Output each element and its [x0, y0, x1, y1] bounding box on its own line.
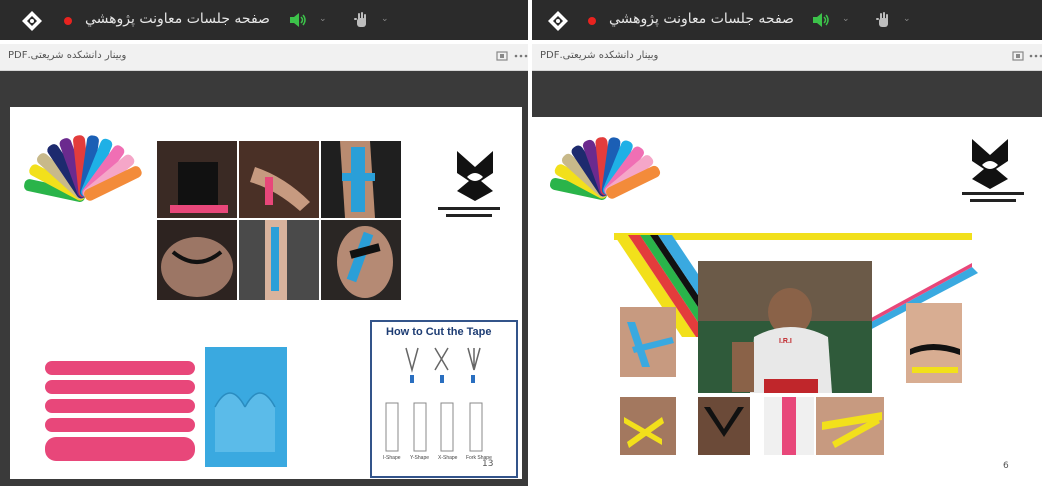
pdf-viewer[interactable]: I.R.I 6: [532, 71, 1042, 486]
fit-page-icon[interactable]: [494, 48, 510, 64]
document-bar: وبینار دانشکده شریعتی.PDF: [532, 44, 1042, 71]
slide-artwork: [24, 135, 518, 478]
record-dot-icon: [64, 17, 72, 25]
university-logo: [972, 139, 1008, 189]
speaker-icon[interactable]: [289, 12, 307, 28]
app-logo-icon: [22, 11, 42, 31]
athlete-label: I.R.I: [779, 338, 792, 345]
cut-panel-title: How to Cut the Tape: [386, 326, 492, 338]
record-dot-icon: [588, 17, 596, 25]
top-bar: صفحه جلسات معاونت پژوهشي ⌄ ⌄: [532, 0, 1042, 40]
how-to-cut-panel: [370, 320, 518, 478]
raise-hand-icon[interactable]: [353, 12, 371, 28]
shape-label: Y-Shape: [410, 455, 429, 461]
pdf-viewer[interactable]: How to Cut the Tape I-Shape Y-Shape X-Sh…: [0, 71, 528, 486]
athlete-photo: [698, 261, 872, 393]
tape-fan-image: [549, 137, 661, 200]
page-number: 6: [1003, 461, 1009, 471]
pdf-page: I.R.I 6: [532, 117, 1042, 486]
screen: صفحه جلسات معاونت پژوهشي ⌄ ⌄ وبینار دانش…: [0, 0, 1042, 486]
tape-fan-image: [24, 135, 142, 202]
app-logo-icon: [548, 11, 568, 31]
fit-page-icon[interactable]: [1010, 48, 1026, 64]
speaker-icon[interactable]: [812, 12, 830, 28]
page-number: 13: [482, 459, 494, 469]
university-logo: [457, 151, 493, 201]
document-name: وبینار دانشکده شریعتی.PDF: [8, 50, 127, 61]
left-window: صفحه جلسات معاونت پژوهشي ⌄ ⌄ وبینار دانش…: [0, 0, 528, 486]
photo-grid: [157, 141, 401, 300]
document-bar: وبینار دانشکده شریعتی.PDF: [0, 44, 528, 71]
raise-hand-icon[interactable]: [875, 12, 893, 28]
chevron-down-icon[interactable]: ⌄: [903, 14, 911, 24]
chevron-down-icon[interactable]: ⌄: [319, 14, 327, 24]
slide-artwork: [549, 137, 1024, 455]
chevron-down-icon[interactable]: ⌄: [842, 14, 850, 24]
document-name: وبینار دانشکده شریعتی.PDF: [540, 50, 659, 61]
top-bar: صفحه جلسات معاونت پژوهشي ⌄ ⌄: [0, 0, 528, 40]
pink-tape-strips: [45, 361, 195, 461]
window-title: صفحه جلسات معاونت پژوهشي: [609, 11, 794, 27]
shape-label: X-Shape: [438, 455, 458, 461]
blue-tape-stack: [205, 347, 287, 467]
shape-label: I-Shape: [383, 455, 401, 461]
right-window: صفحه جلسات معاونت پژوهشي ⌄ ⌄ وبینار دانش…: [532, 0, 1042, 486]
more-options-icon[interactable]: [513, 48, 528, 64]
pdf-page: How to Cut the Tape I-Shape Y-Shape X-Sh…: [10, 107, 522, 479]
more-options-icon[interactable]: [1028, 48, 1042, 64]
chevron-down-icon[interactable]: ⌄: [381, 14, 389, 24]
window-title: صفحه جلسات معاونت پژوهشي: [85, 11, 270, 27]
